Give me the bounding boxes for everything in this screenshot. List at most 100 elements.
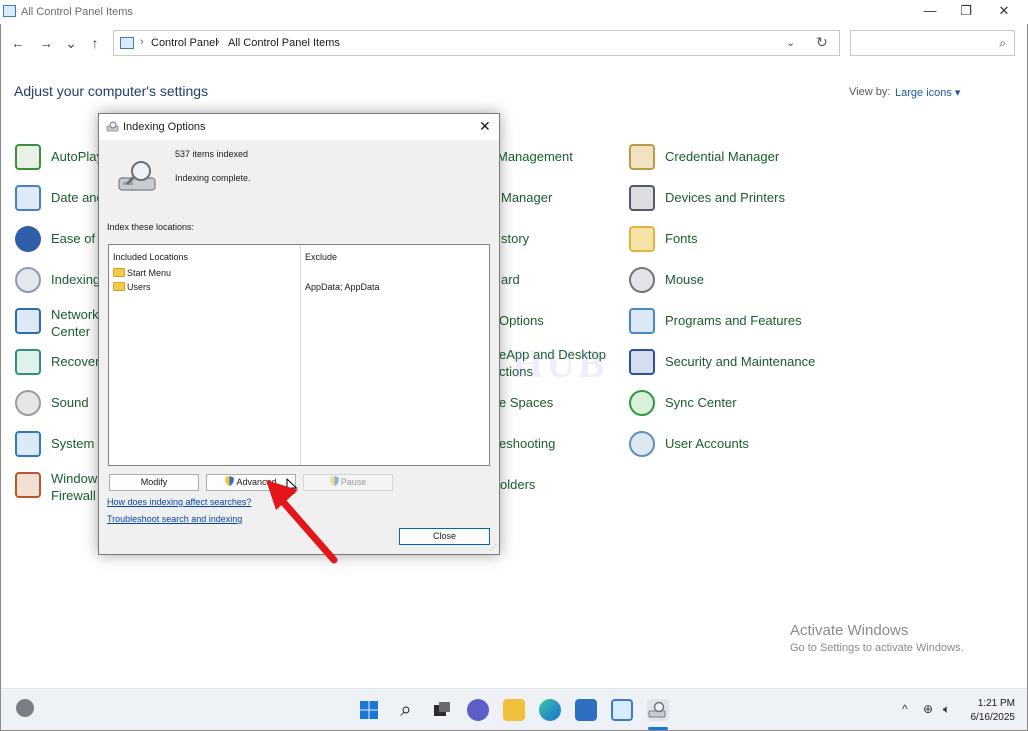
cp-item-windows-firewall[interactable]: Windows Firewall <box>15 470 105 504</box>
search-input[interactable]: ⌕ <box>850 30 1015 56</box>
minimize-button[interactable]: — <box>911 2 949 22</box>
cp-item-date-time[interactable]: Date and <box>15 183 105 213</box>
indexing-options-icon <box>106 121 119 132</box>
cp-item-label: Security and Maintenance <box>665 354 816 369</box>
taskbar: ⌕ ^ ⊕ 🔈︎ 1:21 PM 6/16/2025 <box>1 688 1027 730</box>
address-bar[interactable]: › Control Panel › All Control Panel Item… <box>113 30 840 56</box>
cp-item-storage-spaces[interactable]: e Spaces <box>499 388 619 418</box>
location-row-users[interactable]: Users <box>127 282 151 292</box>
label-line: Network <box>51 307 99 322</box>
cp-item-autoplay[interactable]: AutoPlay <box>15 142 105 172</box>
cp-item-sync-center[interactable]: Sync Center <box>629 388 829 418</box>
cp-item-troubleshooting[interactable]: eshooting <box>499 429 619 459</box>
maximize-button[interactable]: ❐ <box>947 2 985 22</box>
indexing-options-taskbar-icon[interactable] <box>647 699 669 721</box>
breadcrumb-control-panel[interactable]: Control Panel <box>151 37 218 49</box>
task-view-icon[interactable] <box>431 699 453 721</box>
locations-list[interactable]: Included Locations Exclude Start Menu Us… <box>108 244 490 466</box>
resize-grip-icon[interactable]: ⋰ <box>489 543 497 552</box>
cp-item-label: User Accounts <box>665 436 749 451</box>
cp-item-manager[interactable]: Manager <box>501 183 621 213</box>
weather-widget-icon[interactable] <box>16 699 34 717</box>
forward-arrow-icon[interactable]: → <box>36 34 56 54</box>
cp-item-devices-printers[interactable]: Devices and Printers <box>629 183 829 213</box>
column-header-exclude[interactable]: Exclude <box>305 252 337 262</box>
cp-item-credential-manager[interactable]: Credential Manager <box>629 142 829 172</box>
breadcrumb-separator: › <box>216 36 220 48</box>
cp-item-programs-features[interactable]: Programs and Features <box>629 306 829 336</box>
cp-item-user-accounts[interactable]: User Accounts <box>629 429 829 459</box>
cp-item-label: Options <box>499 313 544 328</box>
control-panel-taskbar-icon[interactable] <box>611 699 633 721</box>
indexing-status: Indexing complete. <box>175 173 251 183</box>
window-title: All Control Panel Items <box>21 6 133 18</box>
cp-item-system[interactable]: System <box>15 429 105 459</box>
sync-icon <box>629 390 655 416</box>
cp-item-network-sharing[interactable]: Network Center <box>15 306 105 340</box>
cp-item-label: AutoPlay <box>51 149 104 164</box>
column-divider <box>300 245 301 465</box>
cp-item-label: Network Center <box>51 306 99 340</box>
cp-item-label: story <box>501 231 530 246</box>
recovery-icon <box>15 349 41 375</box>
search-icon[interactable]: ⌕ <box>999 36 1006 51</box>
cp-item-work-folders[interactable]: olders <box>500 470 620 500</box>
cp-item-indexing-options[interactable]: Indexing <box>15 265 105 295</box>
cp-item-options[interactable]: Options <box>499 306 619 336</box>
magnifier-drive-small-icon <box>648 701 666 718</box>
file-explorer-icon[interactable] <box>503 699 525 721</box>
store-icon[interactable] <box>575 699 597 721</box>
programs-icon <box>629 308 655 334</box>
address-dropdown-icon[interactable]: ⌄ <box>786 36 795 49</box>
cp-item-label: Credential Manager <box>665 149 780 164</box>
back-arrow-icon[interactable]: ← <box>8 34 28 54</box>
search-taskbar-icon[interactable]: ⌕ <box>395 699 417 721</box>
location-row-start-menu[interactable]: Start Menu <box>127 268 171 278</box>
windows-logo-icon <box>360 701 378 719</box>
cp-item-security-maintenance[interactable]: Security and Maintenance <box>629 347 849 377</box>
cp-item-label: olders <box>500 477 536 492</box>
cp-item-label: Programs and Features <box>665 313 802 328</box>
cp-item-sound[interactable]: Sound <box>15 388 105 418</box>
up-arrow-icon[interactable]: ↑ <box>85 34 105 54</box>
network-icon <box>15 308 41 334</box>
recent-locations-icon[interactable]: ⌄ <box>61 34 81 54</box>
control-panel-icon <box>3 5 16 17</box>
cp-item-ease-of-access[interactable]: Ease of A <box>15 224 107 254</box>
how-indexing-affects-link[interactable]: How does indexing affect searches? <box>107 497 251 507</box>
close-button[interactable]: ✕ <box>985 2 1023 22</box>
close-dialog-button[interactable]: Close <box>399 528 490 545</box>
modify-button[interactable]: Modify <box>109 474 199 491</box>
red-arrow-annotation-icon <box>266 480 338 564</box>
mouse-icon <box>629 267 655 293</box>
cp-item-management[interactable]: Management <box>497 142 617 172</box>
title-bar: All Control Panel Items — ❐ ✕ <box>0 0 1028 24</box>
start-windows-icon[interactable] <box>358 699 380 721</box>
troubleshoot-indexing-link[interactable]: Troubleshoot search and indexing <box>107 514 242 524</box>
dialog-close-icon[interactable]: ✕ <box>479 118 491 135</box>
breadcrumb-all-items[interactable]: All Control Panel Items <box>228 37 340 49</box>
show-hidden-icons-icon[interactable]: ^ <box>902 702 908 716</box>
view-by-dropdown[interactable]: Large icons ▾ <box>895 86 960 99</box>
label-line: Firewall <box>51 488 96 503</box>
system-clock[interactable]: 1:21 PM 6/16/2025 <box>969 697 1016 725</box>
cp-item-label: Management <box>497 149 573 164</box>
cp-item-history[interactable]: story <box>501 224 621 254</box>
edge-browser-icon[interactable] <box>539 699 561 721</box>
volume-icon[interactable]: 🔈︎ <box>943 702 950 717</box>
clock-date: 6/16/2025 <box>970 712 1016 723</box>
cp-item-label: Devices and Printers <box>665 190 785 205</box>
cp-item-fonts[interactable]: Fonts <box>629 224 829 254</box>
dialog-title: Indexing Options <box>123 121 206 133</box>
column-header-included[interactable]: Included Locations <box>113 252 188 262</box>
firewall-icon <box>15 472 41 498</box>
magnifier-drive-icon <box>15 267 41 293</box>
cp-item-keyboard[interactable]: ard <box>501 265 621 295</box>
cp-item-recovery[interactable]: Recovery <box>15 347 106 377</box>
cp-item-mouse[interactable]: Mouse <box>629 265 829 295</box>
cp-item-label: Fonts <box>665 231 698 246</box>
chat-icon[interactable] <box>467 699 489 721</box>
refresh-icon[interactable]: ↻ <box>816 34 828 51</box>
network-globe-icon[interactable]: ⊕ <box>923 702 933 716</box>
view-by-label: View by: <box>849 86 891 98</box>
